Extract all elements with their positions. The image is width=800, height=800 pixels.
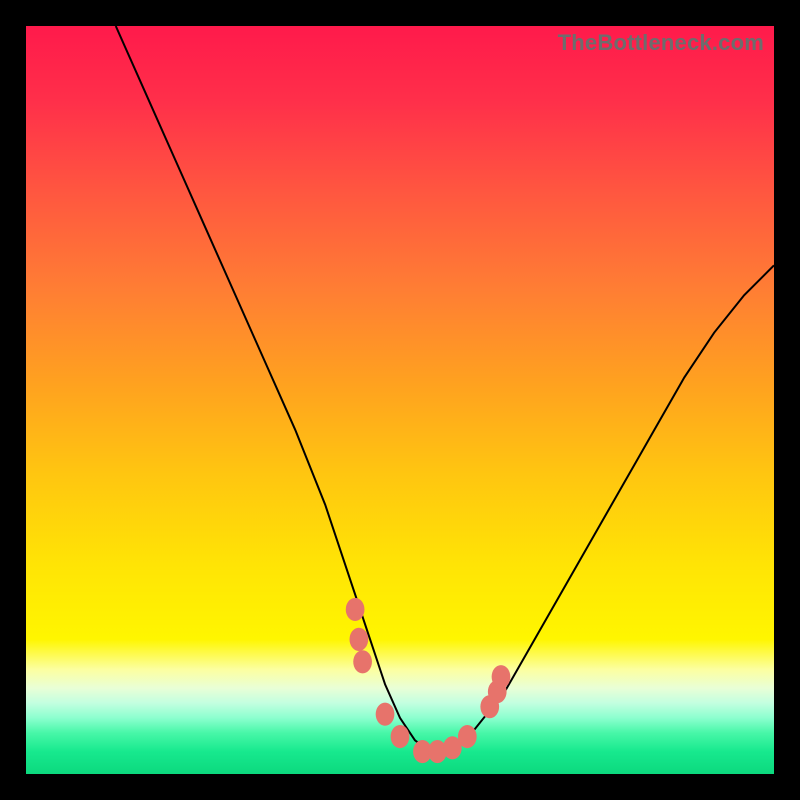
curve-marker (458, 725, 477, 748)
chart-frame: TheBottleneck.com (0, 0, 800, 800)
curve-marker (350, 628, 369, 651)
curve-marker (346, 598, 365, 621)
curve-marker (376, 703, 395, 726)
watermark-label: TheBottleneck.com (558, 30, 764, 56)
curve-markers (346, 598, 511, 763)
curve-layer (26, 26, 774, 774)
plot-area: TheBottleneck.com (26, 26, 774, 774)
curve-marker (492, 665, 511, 688)
bottleneck-curve (116, 26, 774, 752)
curve-marker (353, 650, 372, 673)
curve-marker (391, 725, 410, 748)
